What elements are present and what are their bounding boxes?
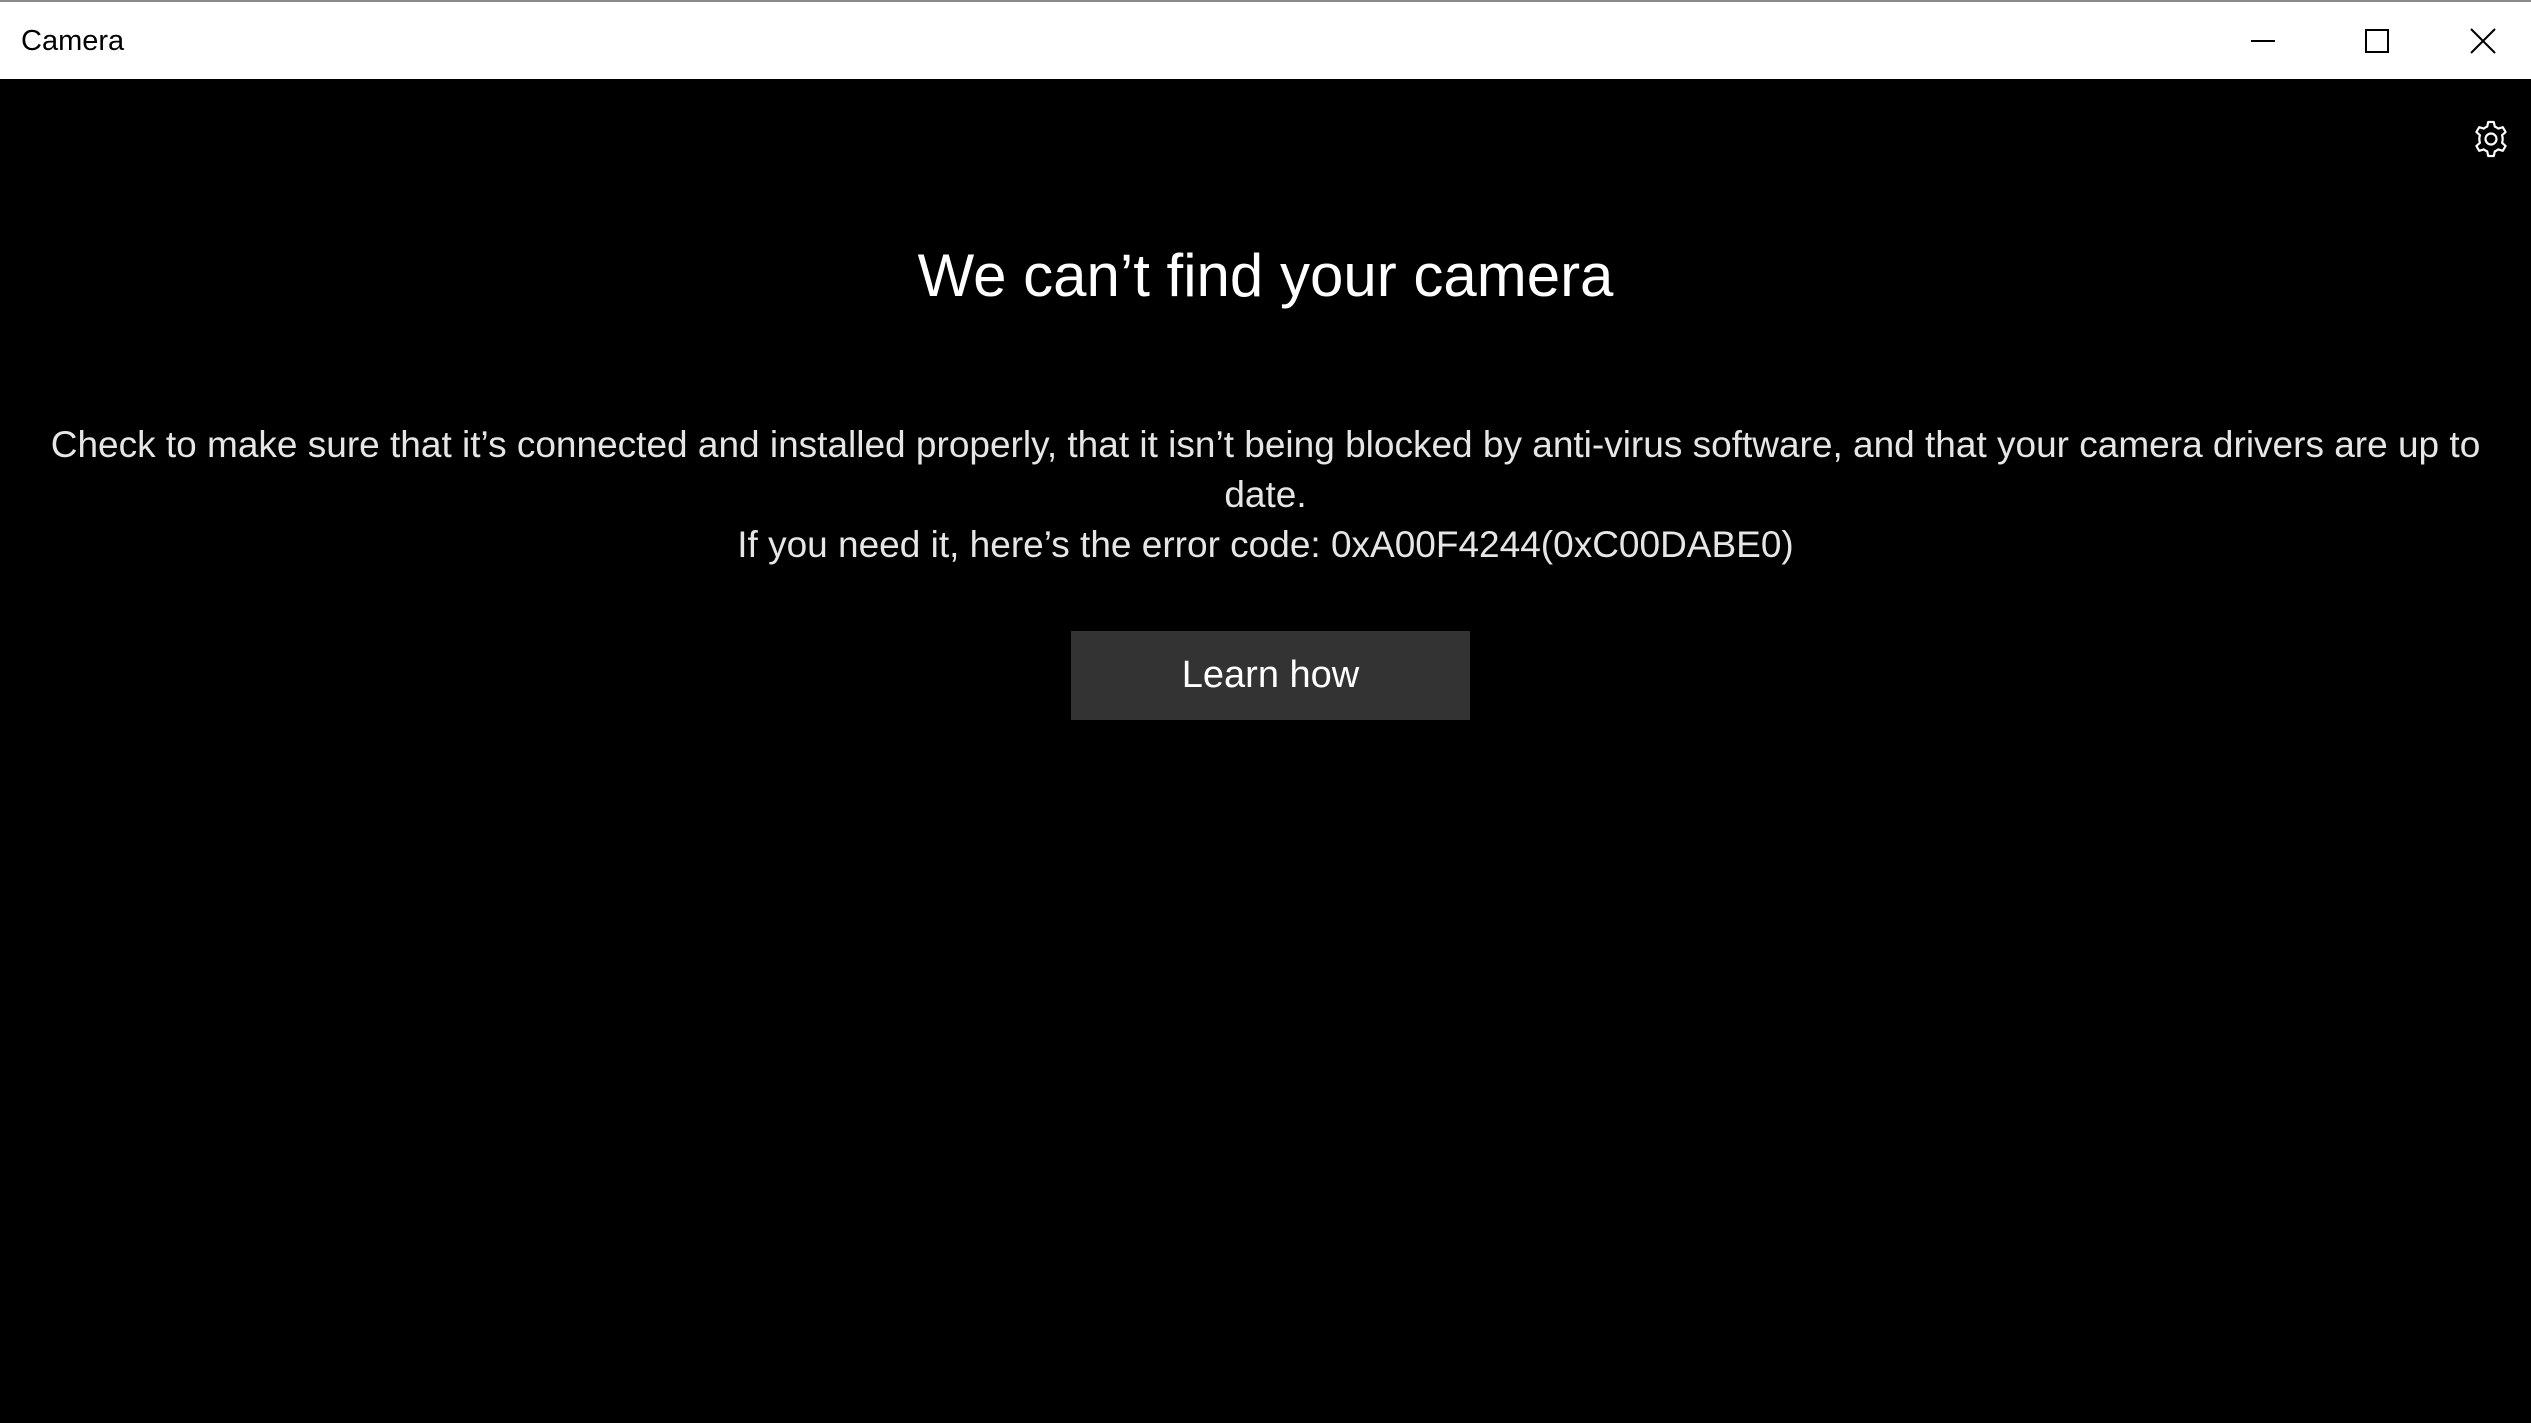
- minimize-button[interactable]: [2206, 2, 2320, 79]
- close-button[interactable]: [2434, 2, 2531, 79]
- title-bar[interactable]: Camera: [0, 0, 2531, 79]
- close-icon: [2469, 27, 2496, 54]
- error-code-line: If you need it, here’s the error code: 0…: [737, 524, 1794, 565]
- error-heading: We can’t find your camera: [917, 242, 1614, 309]
- maximize-icon: [2365, 28, 2389, 53]
- minimize-icon: [2251, 39, 2275, 42]
- error-description: Check to make sure that it’s connected a…: [50, 424, 2481, 515]
- window-title: Camera: [21, 25, 125, 57]
- maximize-button[interactable]: [2320, 2, 2434, 79]
- camera-app-window: Camera We can’t find your camera Check t…: [0, 0, 2531, 1423]
- settings-button[interactable]: [2470, 118, 2512, 160]
- gear-icon: [2475, 120, 2507, 158]
- learn-how-button[interactable]: Learn how: [1071, 631, 1470, 720]
- error-message-block: Check to make sure that it’s connected a…: [30, 420, 2501, 570]
